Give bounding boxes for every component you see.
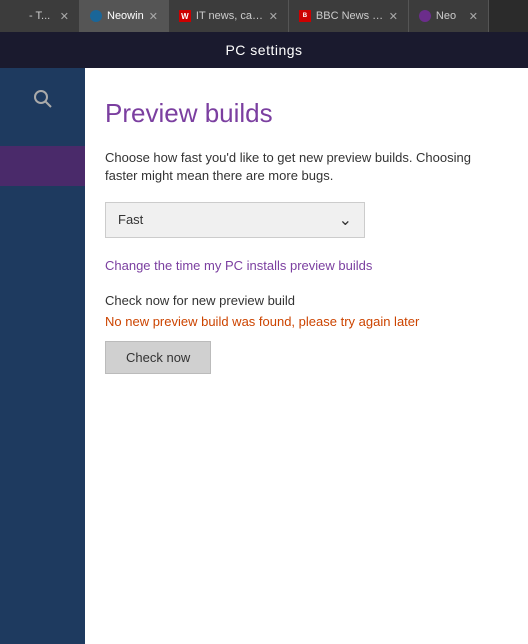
tab-it-favicon: W bbox=[179, 10, 191, 22]
main-layout: Preview builds Choose how fast you'd lik… bbox=[0, 68, 528, 644]
error-message: No new preview build was found, please t… bbox=[105, 314, 498, 329]
tab-neowin-close[interactable]: ✕ bbox=[149, 10, 158, 23]
sidebar bbox=[0, 68, 85, 644]
title-bar: PC settings bbox=[0, 32, 528, 68]
chevron-down-icon: ⌄ bbox=[339, 210, 352, 230]
tab-1-label: - T... bbox=[29, 10, 55, 22]
content-area: Preview builds Choose how fast you'd lik… bbox=[85, 68, 528, 644]
tab-bbc-close[interactable]: ✕ bbox=[389, 10, 398, 23]
tab-neo-label: Neo bbox=[436, 10, 464, 22]
speed-dropdown[interactable]: Fast ⌄ bbox=[105, 202, 365, 238]
tab-bbc-label: BBC News - H... bbox=[316, 10, 384, 22]
dropdown-selected-value: Fast bbox=[118, 212, 143, 227]
tab-neowin-favicon bbox=[90, 10, 102, 22]
check-section-label: Check now for new preview build bbox=[105, 293, 498, 308]
tab-it[interactable]: W IT news, caree... ✕ bbox=[169, 0, 289, 32]
check-now-button[interactable]: Check now bbox=[105, 341, 211, 374]
search-icon[interactable] bbox=[32, 88, 54, 116]
tab-bbc[interactable]: B BBC News - H... ✕ bbox=[289, 0, 409, 32]
tab-it-label: IT news, caree... bbox=[196, 10, 264, 22]
page-title: Preview builds bbox=[105, 98, 498, 129]
tab-neowin[interactable]: Neowin ✕ bbox=[80, 0, 169, 32]
speed-dropdown-container: Fast ⌄ bbox=[105, 202, 498, 238]
tab-bbc-favicon: B bbox=[299, 10, 311, 22]
change-time-link[interactable]: Change the time my PC installs preview b… bbox=[105, 258, 498, 273]
description-text: Choose how fast you'd like to get new pr… bbox=[105, 149, 498, 185]
sidebar-selected-item bbox=[0, 146, 85, 186]
check-section: Check now for new preview build No new p… bbox=[105, 293, 498, 374]
tab-neowin-label: Neowin bbox=[107, 10, 144, 22]
tab-neo[interactable]: Neo ✕ bbox=[409, 0, 489, 32]
tab-1-close[interactable]: ✕ bbox=[60, 10, 69, 23]
tab-neo-close[interactable]: ✕ bbox=[469, 10, 478, 23]
tab-it-close[interactable]: ✕ bbox=[269, 10, 278, 23]
tab-1[interactable]: - T... ✕ bbox=[0, 0, 80, 32]
browser-tabs: - T... ✕ Neowin ✕ W IT news, caree... ✕ … bbox=[0, 0, 528, 32]
tab-1-favicon bbox=[10, 9, 24, 23]
tab-neo-favicon bbox=[419, 10, 431, 22]
title-bar-text: PC settings bbox=[225, 42, 302, 58]
